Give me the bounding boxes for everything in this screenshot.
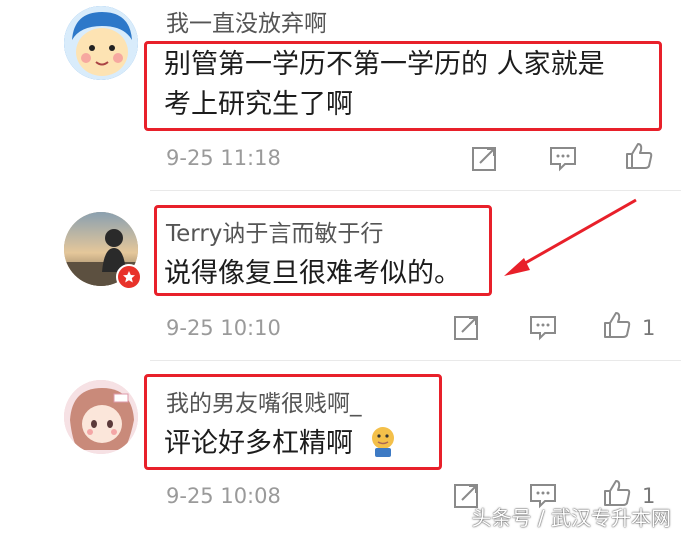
timestamp: 9-25 11:18 (166, 146, 281, 170)
username[interactable]: 我的男友嘴很贱啊_ (166, 384, 362, 418)
comment-text: 说得像复旦很难考似的。 (164, 254, 461, 294)
share-icon (454, 316, 478, 340)
share-button[interactable] (470, 143, 500, 173)
reply-button[interactable] (528, 312, 558, 342)
timestamp: 9-25 10:10 (166, 316, 281, 340)
comment-line: 考上研究生了啊 (164, 89, 353, 120)
reply-button[interactable] (548, 143, 578, 173)
username[interactable]: Terry讷于言而敏于行 (166, 214, 383, 248)
like-button[interactable] (624, 141, 654, 171)
like-icon (626, 143, 653, 169)
comment-line: 别管第一学历不第一学历的 人家就是 (164, 49, 605, 80)
share-icon (472, 147, 496, 171)
comment-text: 评论好多杠精啊 (164, 424, 400, 464)
comment-text: 别管第一学历不第一学历的 人家就是 考上研究生了啊 (164, 45, 605, 125)
comment-icon (530, 316, 556, 341)
username[interactable]: 我一直没放弃啊 (166, 4, 327, 38)
comment-icon (550, 147, 576, 172)
share-button[interactable] (452, 312, 482, 342)
comment-item-1: 我一直没放弃啊 别管第一学历不第一学历的 人家就是 考上研究生了啊 9-25 1… (0, 0, 681, 190)
vip-badge (116, 264, 142, 290)
like-count: 1 (642, 316, 656, 340)
comment-line: 说得像复旦很难考似的。 (164, 258, 461, 289)
avatar[interactable] (64, 6, 138, 80)
cartoon-avatar-icon (64, 6, 138, 80)
emoji-icon (371, 427, 394, 457)
anime-girl-avatar-icon (64, 380, 138, 454)
like-button[interactable] (602, 310, 632, 340)
like-icon (604, 312, 631, 338)
comment-item-2: Terry讷于言而敏于行 说得像复旦很难考似的。 9-25 10:10 1 (0, 190, 681, 360)
watermark: 头条号 / 武汉专升本网 (471, 506, 671, 530)
vip-badge-icon (123, 271, 135, 283)
comment-line: 评论好多杠精啊 (164, 428, 353, 459)
avatar[interactable] (64, 380, 138, 454)
timestamp: 9-25 10:08 (166, 484, 281, 508)
